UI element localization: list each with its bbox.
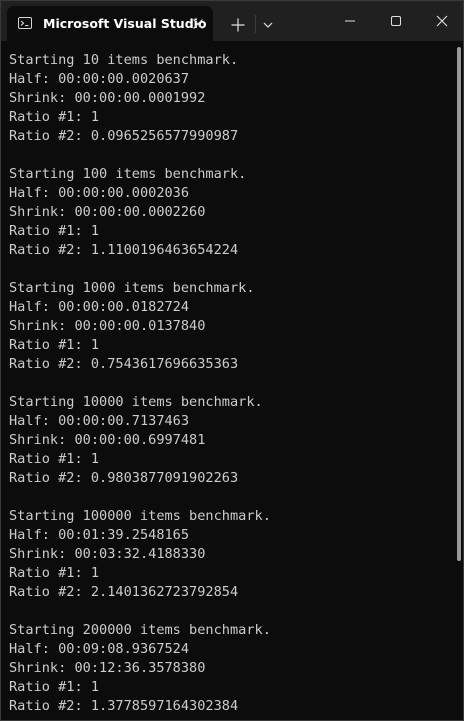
close-window-button[interactable]: [427, 9, 457, 33]
terminal-line: Ratio #2: 0.9803877091902263: [9, 470, 239, 486]
terminal-line: Starting 10000 items benchmark.: [9, 394, 263, 410]
terminal-line: Half: 00:09:08.9367524: [9, 641, 190, 657]
tab-divider: [255, 15, 256, 33]
terminal-line: Starting 1000 items benchmark.: [9, 280, 255, 296]
close-tab-button[interactable]: [189, 15, 207, 33]
new-tab-button[interactable]: [227, 14, 249, 36]
terminal-line: Half: 00:00:00.7137463: [9, 413, 190, 429]
terminal-line: Starting 100000 items benchmark.: [9, 508, 271, 524]
terminal-line: Shrink: 00:03:32.4188330: [9, 546, 206, 562]
tab-title: Microsoft Visual Studio: [43, 16, 207, 31]
terminal-line: Half: 00:00:00.0002036: [9, 185, 190, 201]
terminal-line: Starting 100 items benchmark.: [9, 166, 247, 182]
close-icon: [436, 15, 448, 27]
terminal-window: Microsoft Visual Studio Starting 10 item…: [0, 0, 464, 721]
terminal-line: Ratio #1: 1: [9, 109, 100, 125]
terminal-output[interactable]: Starting 10 items benchmark. Half: 00:00:…: [1, 41, 457, 720]
terminal-line: Half: 00:01:39.2548165: [9, 527, 190, 543]
terminal-line: Ratio #1: 1: [9, 337, 100, 353]
terminal-line: Ratio #2: 0.0965256577990987: [9, 128, 239, 144]
terminal-line: Half: 00:00:00.0020637: [9, 71, 190, 87]
tab-dropdown-button[interactable]: [258, 15, 278, 35]
terminal-line: Shrink: 00:00:00.0137840: [9, 318, 206, 334]
terminal-line: Shrink: 00:00:00.0002260: [9, 204, 206, 220]
close-icon: [193, 19, 203, 29]
maximize-icon: [391, 16, 401, 26]
chevron-down-icon: [263, 22, 273, 28]
plus-icon: [231, 18, 245, 32]
terminal-line: Ratio #2: 1.3778597164302384: [9, 698, 239, 714]
terminal-line: Ratio #1: 1: [9, 451, 100, 467]
terminal-line: Shrink: 00:00:00.0001992: [9, 90, 206, 106]
terminal-line: Ratio #1: 1: [9, 223, 100, 239]
terminal-line: Ratio #2: 0.7543617696635363: [9, 356, 239, 372]
terminal-line: Ratio #1: 1: [9, 565, 100, 581]
title-bar[interactable]: Microsoft Visual Studio: [1, 1, 463, 41]
vertical-scrollbar[interactable]: [457, 47, 461, 561]
terminal-tab[interactable]: Microsoft Visual Studio: [7, 6, 213, 41]
terminal-line: Half: 00:00:00.0182724: [9, 299, 190, 315]
terminal-line: Starting 200000 items benchmark.: [9, 622, 271, 638]
terminal-line: Ratio #2: 2.1401362723792854: [9, 584, 239, 600]
terminal-line: Ratio #1: 1: [9, 679, 100, 695]
terminal-line: Ratio #2: 1.1100196463654224: [9, 242, 239, 258]
maximize-button[interactable]: [381, 9, 411, 33]
terminal-line: Shrink: 00:12:36.3578380: [9, 660, 206, 676]
minimize-button[interactable]: [335, 9, 365, 33]
terminal-line: Starting 10 items benchmark.: [9, 52, 239, 68]
terminal-icon: [18, 17, 32, 29]
minimize-icon: [345, 20, 355, 22]
terminal-line: Shrink: 00:00:00.6997481: [9, 432, 206, 448]
